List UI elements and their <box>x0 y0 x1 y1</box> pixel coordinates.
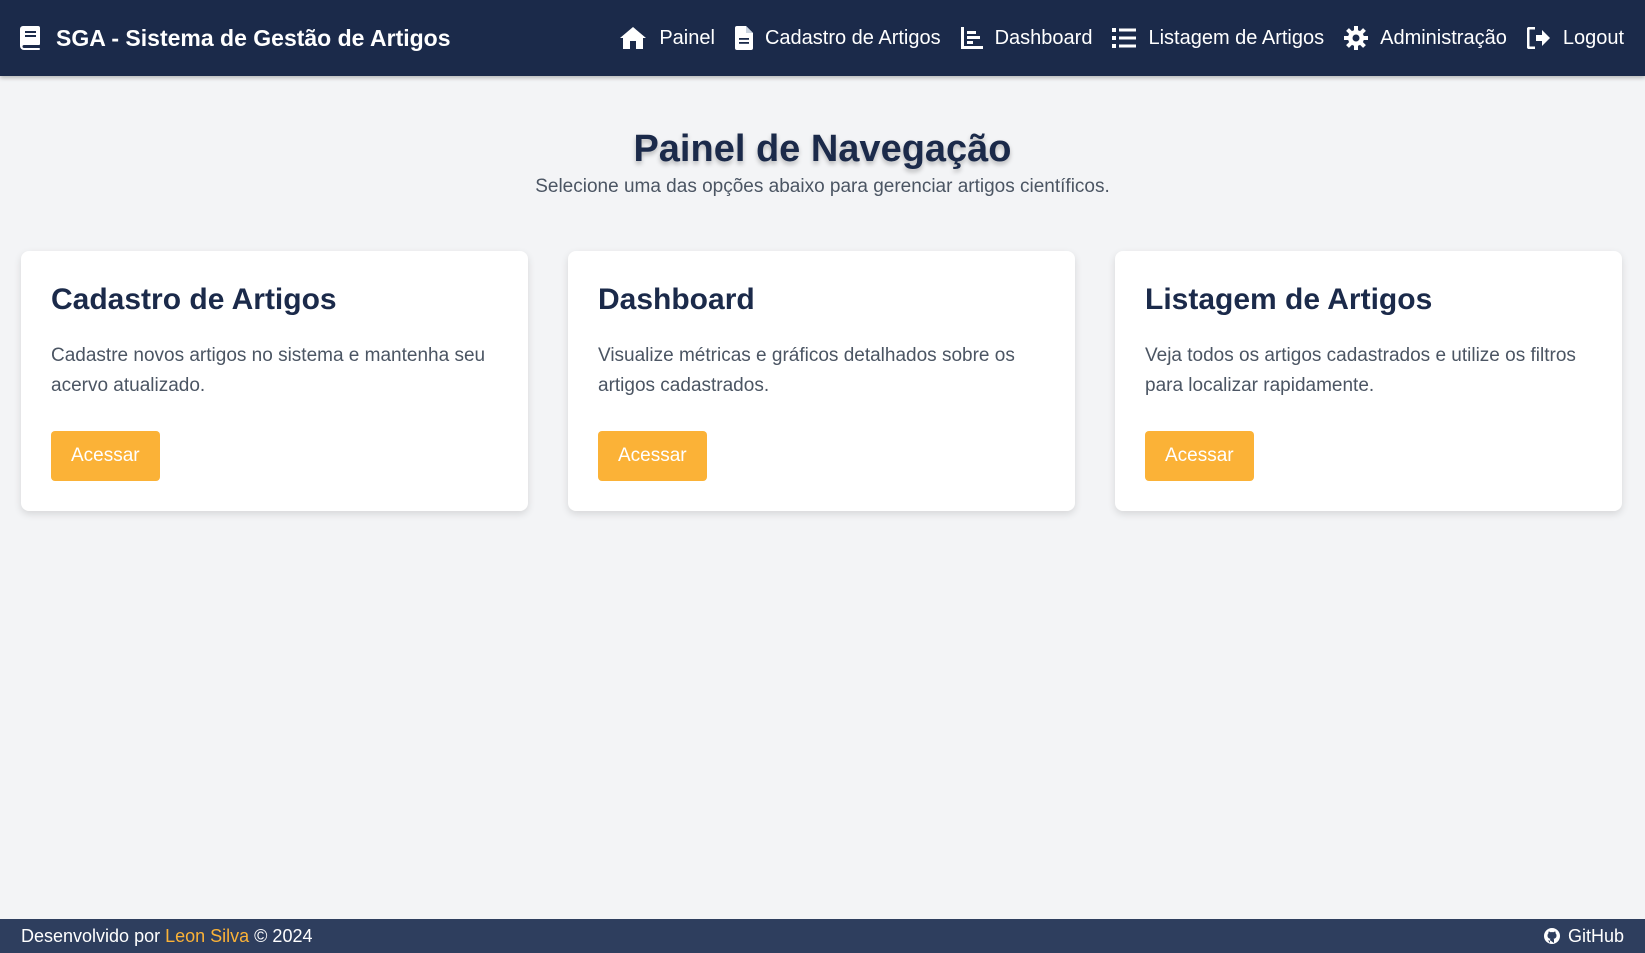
acessar-dashboard-button[interactable]: Acessar <box>598 431 707 481</box>
brand[interactable]: SGA - Sistema de Gestão de Artigos <box>20 25 451 52</box>
book-icon <box>20 25 42 51</box>
nav-item-listagem[interactable]: Listagem de Artigos <box>1112 27 1324 50</box>
nav-item-label: Cadastro de Artigos <box>764 26 941 49</box>
nav-item-label: Logout <box>1562 26 1624 49</box>
footer-copyright: © 2024 <box>254 925 313 946</box>
footer: Desenvolvido por Leon Silva © 2024 GitHu… <box>0 919 1645 953</box>
nav-item-label: Listagem de Artigos <box>1148 26 1325 49</box>
nav-item-administracao[interactable]: Administração <box>1344 26 1507 50</box>
card-title: Listagem de Artigos <box>1145 283 1433 316</box>
page-subtitle: Selecione uma das opções abaixo para ger… <box>535 176 1110 197</box>
nav-item-dashboard[interactable]: Dashboard <box>960 26 1093 50</box>
gear-icon <box>1344 26 1369 50</box>
page-title: Painel de Navegação <box>633 128 1012 170</box>
card-description: Visualize métricas e gráficos detalhados… <box>598 345 1015 396</box>
list-icon <box>1112 28 1137 48</box>
nav-item-logout[interactable]: Logout <box>1526 26 1624 50</box>
nav-item-label: Dashboard <box>994 26 1093 49</box>
nav-item-label: Painel <box>659 26 715 49</box>
card-description: Cadastre novos artigos no sistema e mant… <box>51 345 486 396</box>
top-navbar: SGA - Sistema de Gestão de Artigos Paine… <box>0 0 1645 76</box>
footer-credits: Desenvolvido por Leon Silva © 2024 <box>21 926 312 947</box>
logout-icon <box>1526 27 1551 49</box>
home-icon <box>619 26 647 50</box>
github-label: GitHub <box>1567 925 1624 946</box>
main-content: Painel de Navegação Selecione uma das op… <box>0 76 1645 919</box>
nav-menu: Painel Cadastro de Artigos Dashboard Lis… <box>619 26 1624 50</box>
nav-item-label: Administração <box>1380 26 1507 49</box>
acessar-cadastro-button[interactable]: Acessar <box>51 431 160 481</box>
nav-item-painel[interactable]: Painel <box>619 26 715 50</box>
chart-icon <box>960 27 983 49</box>
cards-grid: Cadastro de Artigos Cadastre novos artig… <box>21 251 1622 511</box>
footer-prefix: Desenvolvido por <box>21 925 161 946</box>
nav-item-cadastro[interactable]: Cadastro de Artigos <box>734 26 941 50</box>
card-cadastro: Cadastro de Artigos Cadastre novos artig… <box>21 251 528 511</box>
card-dashboard: Dashboard Visualize métricas e gráficos … <box>568 251 1075 511</box>
github-link[interactable]: GitHub <box>1543 925 1624 947</box>
github-icon <box>1543 928 1560 944</box>
acessar-listagem-button[interactable]: Acessar <box>1145 431 1254 481</box>
file-icon <box>734 26 753 50</box>
card-description: Veja todos os artigos cadastrados e util… <box>1145 345 1576 396</box>
author-link[interactable]: Leon Silva <box>165 926 249 946</box>
brand-title: SGA - Sistema de Gestão de Artigos <box>56 24 451 51</box>
card-listagem: Listagem de Artigos Veja todos os artigo… <box>1115 251 1622 511</box>
card-title: Cadastro de Artigos <box>51 283 337 316</box>
card-title: Dashboard <box>598 283 755 316</box>
